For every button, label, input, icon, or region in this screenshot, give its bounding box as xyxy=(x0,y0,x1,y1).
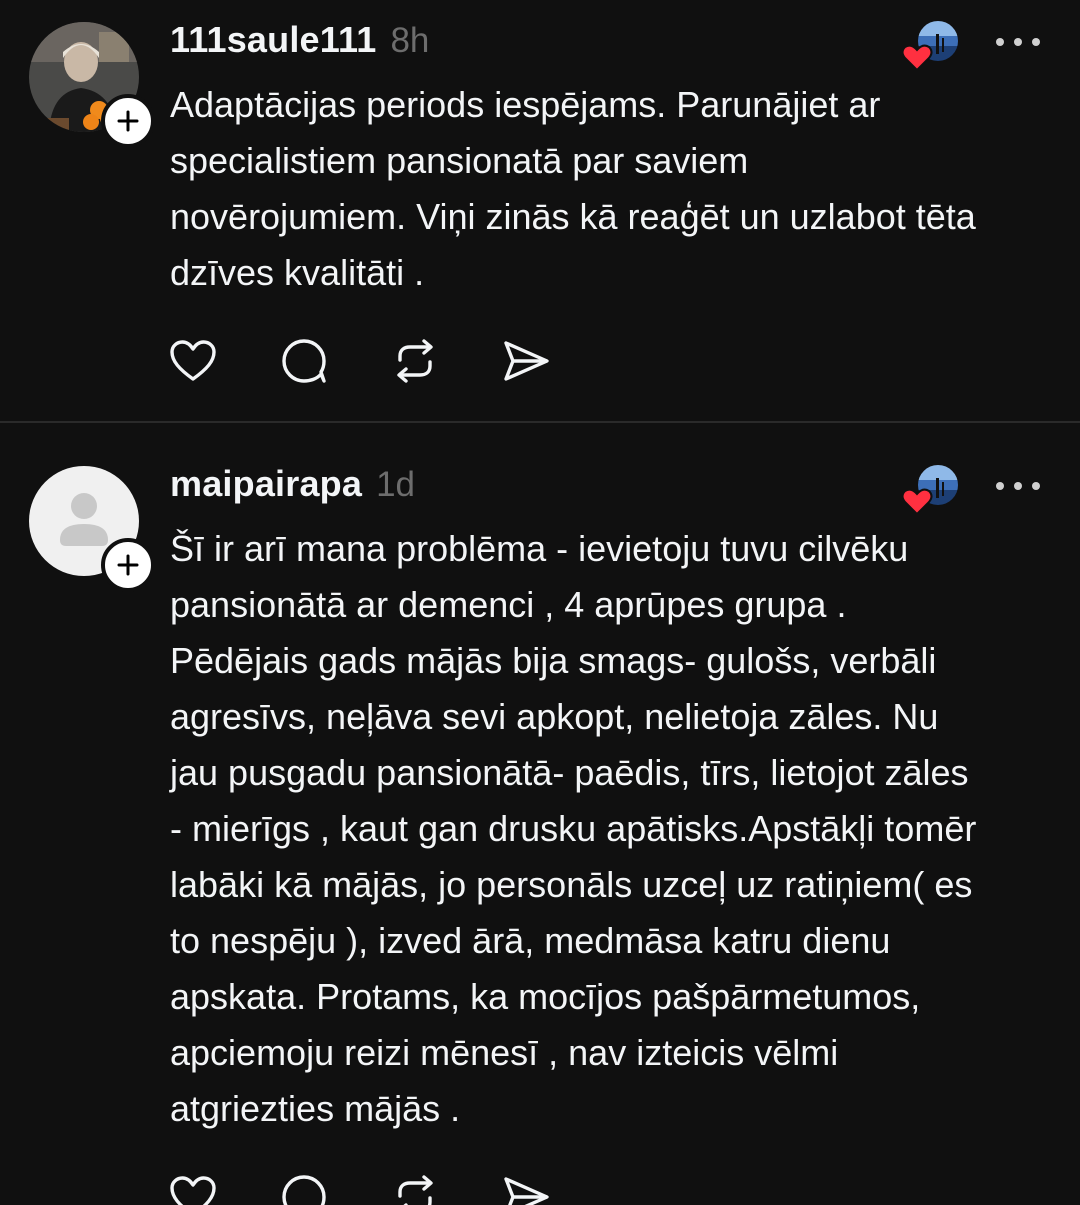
comment-button[interactable] xyxy=(279,336,329,386)
threads-feed: 111saule111 8h Adaptācijas periods iespē… xyxy=(0,0,1080,1205)
more-dot-icon xyxy=(1014,482,1022,490)
post-time: 8h xyxy=(390,21,430,60)
more-dot-icon xyxy=(1032,38,1040,46)
post-time: 1d xyxy=(376,465,416,504)
more-dot-icon xyxy=(996,482,1004,490)
avatar[interactable] xyxy=(29,22,155,148)
plus-icon xyxy=(117,554,139,576)
repost-icon xyxy=(397,339,433,383)
repost-button[interactable] xyxy=(390,1172,440,1205)
comment-icon xyxy=(282,1175,326,1205)
liked-by-avatar[interactable] xyxy=(900,19,960,72)
heart-icon xyxy=(901,44,933,72)
more-options-button[interactable] xyxy=(996,35,1040,49)
like-button[interactable] xyxy=(168,336,218,386)
post-actions xyxy=(168,1172,612,1205)
share-button[interactable] xyxy=(501,1172,551,1205)
like-button[interactable] xyxy=(168,1172,218,1205)
repost-button[interactable] xyxy=(390,336,440,386)
comment-button[interactable] xyxy=(279,1172,329,1205)
comment-icon xyxy=(282,339,326,383)
more-dot-icon xyxy=(1032,482,1040,490)
share-icon xyxy=(504,341,549,381)
more-dot-icon xyxy=(996,38,1004,46)
post-header: 111saule111 8h xyxy=(170,19,429,61)
username[interactable]: 111saule111 xyxy=(170,19,376,61)
thread-post: 111saule111 8h Adaptācijas periods iespē… xyxy=(0,0,1080,421)
post-header: maipairapa 1d xyxy=(170,463,415,505)
username[interactable]: maipairapa xyxy=(170,463,362,505)
post-text: Adaptācijas periods iespējams. Parunājie… xyxy=(170,84,976,293)
heart-icon xyxy=(170,1176,216,1205)
follow-button[interactable] xyxy=(101,94,155,148)
follow-button[interactable] xyxy=(101,538,155,592)
heart-icon xyxy=(170,340,216,381)
heart-icon xyxy=(901,488,933,516)
post-actions xyxy=(168,336,612,386)
share-icon xyxy=(504,1177,549,1205)
post-text: Šī ir arī mana problēma - ievietoju tuvu… xyxy=(170,528,977,1129)
thread-post: maipairapa 1d Šī ir arī mana problēma - … xyxy=(0,423,1080,1205)
share-button[interactable] xyxy=(501,336,551,386)
liked-by-avatar[interactable] xyxy=(900,463,960,516)
more-dot-icon xyxy=(1014,38,1022,46)
repost-icon xyxy=(398,1175,433,1205)
avatar[interactable] xyxy=(29,466,155,592)
plus-icon xyxy=(117,110,139,132)
more-options-button[interactable] xyxy=(996,479,1040,493)
